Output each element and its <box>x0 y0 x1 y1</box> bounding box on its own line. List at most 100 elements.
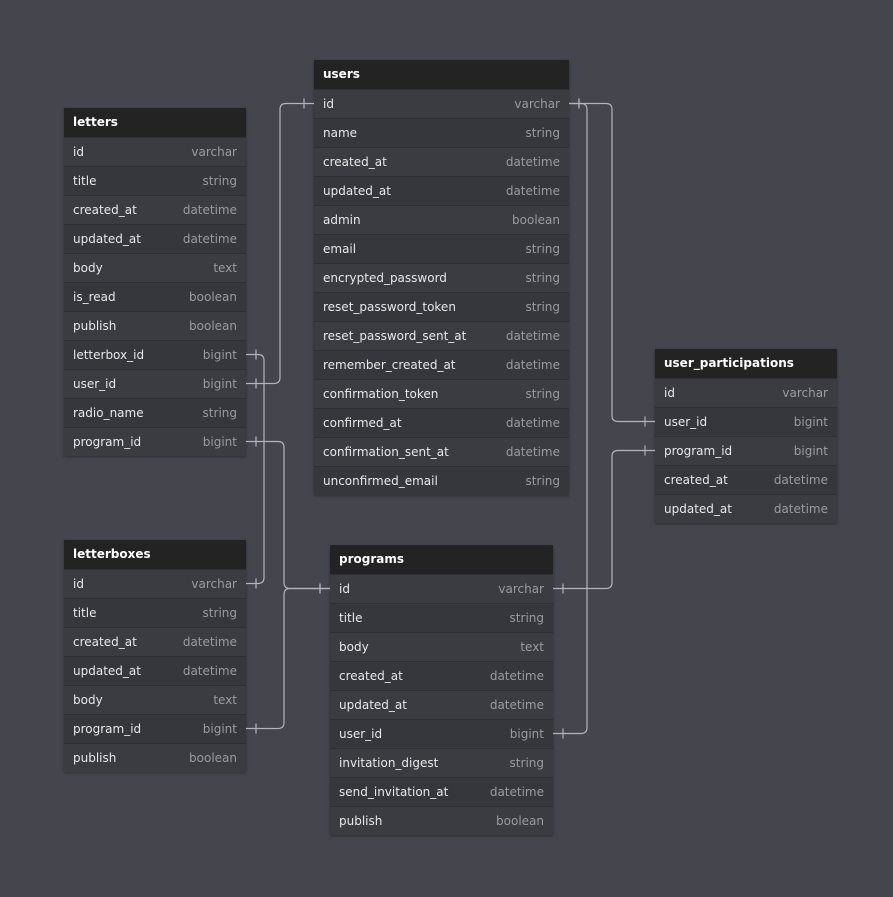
table-header[interactable]: letterboxes <box>64 540 246 569</box>
column-type: string <box>525 242 560 256</box>
table-row[interactable]: created_at datetime <box>330 661 553 690</box>
table-row[interactable]: user_id bigint <box>64 369 246 398</box>
column-type: bigint <box>509 727 544 741</box>
table-row[interactable]: updated_at datetime <box>64 656 246 685</box>
table-row[interactable]: updated_at datetime <box>64 224 246 253</box>
table-row[interactable]: updated_at datetime <box>330 690 553 719</box>
table-row[interactable]: body text <box>64 685 246 714</box>
column-type: datetime <box>489 698 544 712</box>
column-type: string <box>525 126 560 140</box>
column-name: letterbox_id <box>73 348 145 362</box>
column-type: datetime <box>182 203 237 217</box>
table-row[interactable]: remember_created_at datetime <box>314 350 569 379</box>
column-type: text <box>213 693 237 707</box>
table-row[interactable]: program_id bigint <box>655 436 837 465</box>
column-type: text <box>520 640 544 654</box>
table-row[interactable]: letterbox_id bigint <box>64 340 246 369</box>
table-header[interactable]: programs <box>330 545 553 574</box>
table-row[interactable]: created_at datetime <box>314 147 569 176</box>
column-type: boolean <box>189 751 237 765</box>
table-row[interactable]: program_id bigint <box>64 714 246 743</box>
column-name: admin <box>323 213 361 227</box>
column-type: bigint <box>793 415 828 429</box>
column-name: title <box>73 174 97 188</box>
table-row[interactable]: send_invitation_at datetime <box>330 777 553 806</box>
table-users[interactable]: users id varchar name string created_at datet… <box>314 60 569 495</box>
column-type: datetime <box>505 184 560 198</box>
column-type: varchar <box>191 145 237 159</box>
table-row[interactable]: admin boolean <box>314 205 569 234</box>
column-type: datetime <box>182 635 237 649</box>
table-row[interactable]: id varchar <box>64 569 246 598</box>
column-type: bigint <box>793 444 828 458</box>
column-type: bigint <box>202 348 237 362</box>
table-row[interactable]: user_id bigint <box>655 407 837 436</box>
table-row[interactable]: reset_password_token string <box>314 292 569 321</box>
table-letters[interactable]: letters id varchar title string created_at da… <box>64 108 246 456</box>
column-name: id <box>73 145 84 159</box>
table-row[interactable]: program_id bigint <box>64 427 246 456</box>
column-name: invitation_digest <box>339 756 439 770</box>
column-type: datetime <box>182 232 237 246</box>
table-row[interactable]: id varchar <box>330 574 553 603</box>
column-name: email <box>323 242 357 256</box>
table-row[interactable]: updated_at datetime <box>655 494 837 523</box>
column-name: title <box>73 606 97 620</box>
column-type: bigint <box>202 435 237 449</box>
table-row[interactable]: id varchar <box>314 89 569 118</box>
table-row[interactable]: updated_at datetime <box>314 176 569 205</box>
column-name: program_id <box>664 444 733 458</box>
table-row[interactable]: id varchar <box>64 137 246 166</box>
column-name: publish <box>73 319 117 333</box>
table-row[interactable]: confirmed_at datetime <box>314 408 569 437</box>
table-row[interactable]: radio_name string <box>64 398 246 427</box>
table-row[interactable]: email string <box>314 234 569 263</box>
column-type: boolean <box>189 290 237 304</box>
table-row[interactable]: created_at datetime <box>655 465 837 494</box>
column-type: string <box>509 756 544 770</box>
relation-line-4 <box>569 102 655 423</box>
table-letterboxes[interactable]: letterboxes id varchar title string created_… <box>64 540 246 772</box>
column-name: body <box>73 261 103 275</box>
column-type: varchar <box>498 582 544 596</box>
column-name: name <box>323 126 358 140</box>
column-name: program_id <box>73 435 142 449</box>
column-name: program_id <box>73 722 142 736</box>
table-row[interactable]: encrypted_password string <box>314 263 569 292</box>
table-row[interactable]: created_at datetime <box>64 627 246 656</box>
column-type: datetime <box>505 358 560 372</box>
table-row[interactable]: publish boolean <box>330 806 553 835</box>
table-row[interactable]: unconfirmed_email string <box>314 466 569 495</box>
table-row[interactable]: publish boolean <box>64 311 246 340</box>
column-name: id <box>73 577 84 591</box>
table-row[interactable]: body text <box>64 253 246 282</box>
table-row[interactable]: title string <box>64 166 246 195</box>
table-row[interactable]: name string <box>314 118 569 147</box>
column-name: updated_at <box>339 698 407 712</box>
table-row[interactable]: created_at datetime <box>64 195 246 224</box>
column-type: string <box>525 387 560 401</box>
column-name: is_read <box>73 290 116 304</box>
table-row[interactable]: confirmation_sent_at datetime <box>314 437 569 466</box>
column-type: datetime <box>505 416 560 430</box>
column-name: publish <box>73 751 117 765</box>
table-row[interactable]: publish boolean <box>64 743 246 772</box>
table-row[interactable]: body text <box>330 632 553 661</box>
relation-line-1 <box>246 102 314 385</box>
table-row[interactable]: is_read boolean <box>64 282 246 311</box>
column-name: id <box>339 582 350 596</box>
table-header[interactable]: user_participations <box>655 349 837 378</box>
table-row[interactable]: id varchar <box>655 378 837 407</box>
table-row[interactable]: title string <box>330 603 553 632</box>
table-programs[interactable]: programs id varchar title string body text cre… <box>330 545 553 835</box>
table-user-participations[interactable]: user_participations id varchar user_id bigi… <box>655 349 837 523</box>
table-row[interactable]: reset_password_sent_at datetime <box>314 321 569 350</box>
table-header[interactable]: letters <box>64 108 246 137</box>
table-row[interactable]: invitation_digest string <box>330 748 553 777</box>
table-row[interactable]: confirmation_token string <box>314 379 569 408</box>
table-row[interactable]: user_id bigint <box>330 719 553 748</box>
table-row[interactable]: title string <box>64 598 246 627</box>
column-type: datetime <box>505 445 560 459</box>
table-header[interactable]: users <box>314 60 569 89</box>
column-name: reset_password_token <box>323 300 456 314</box>
